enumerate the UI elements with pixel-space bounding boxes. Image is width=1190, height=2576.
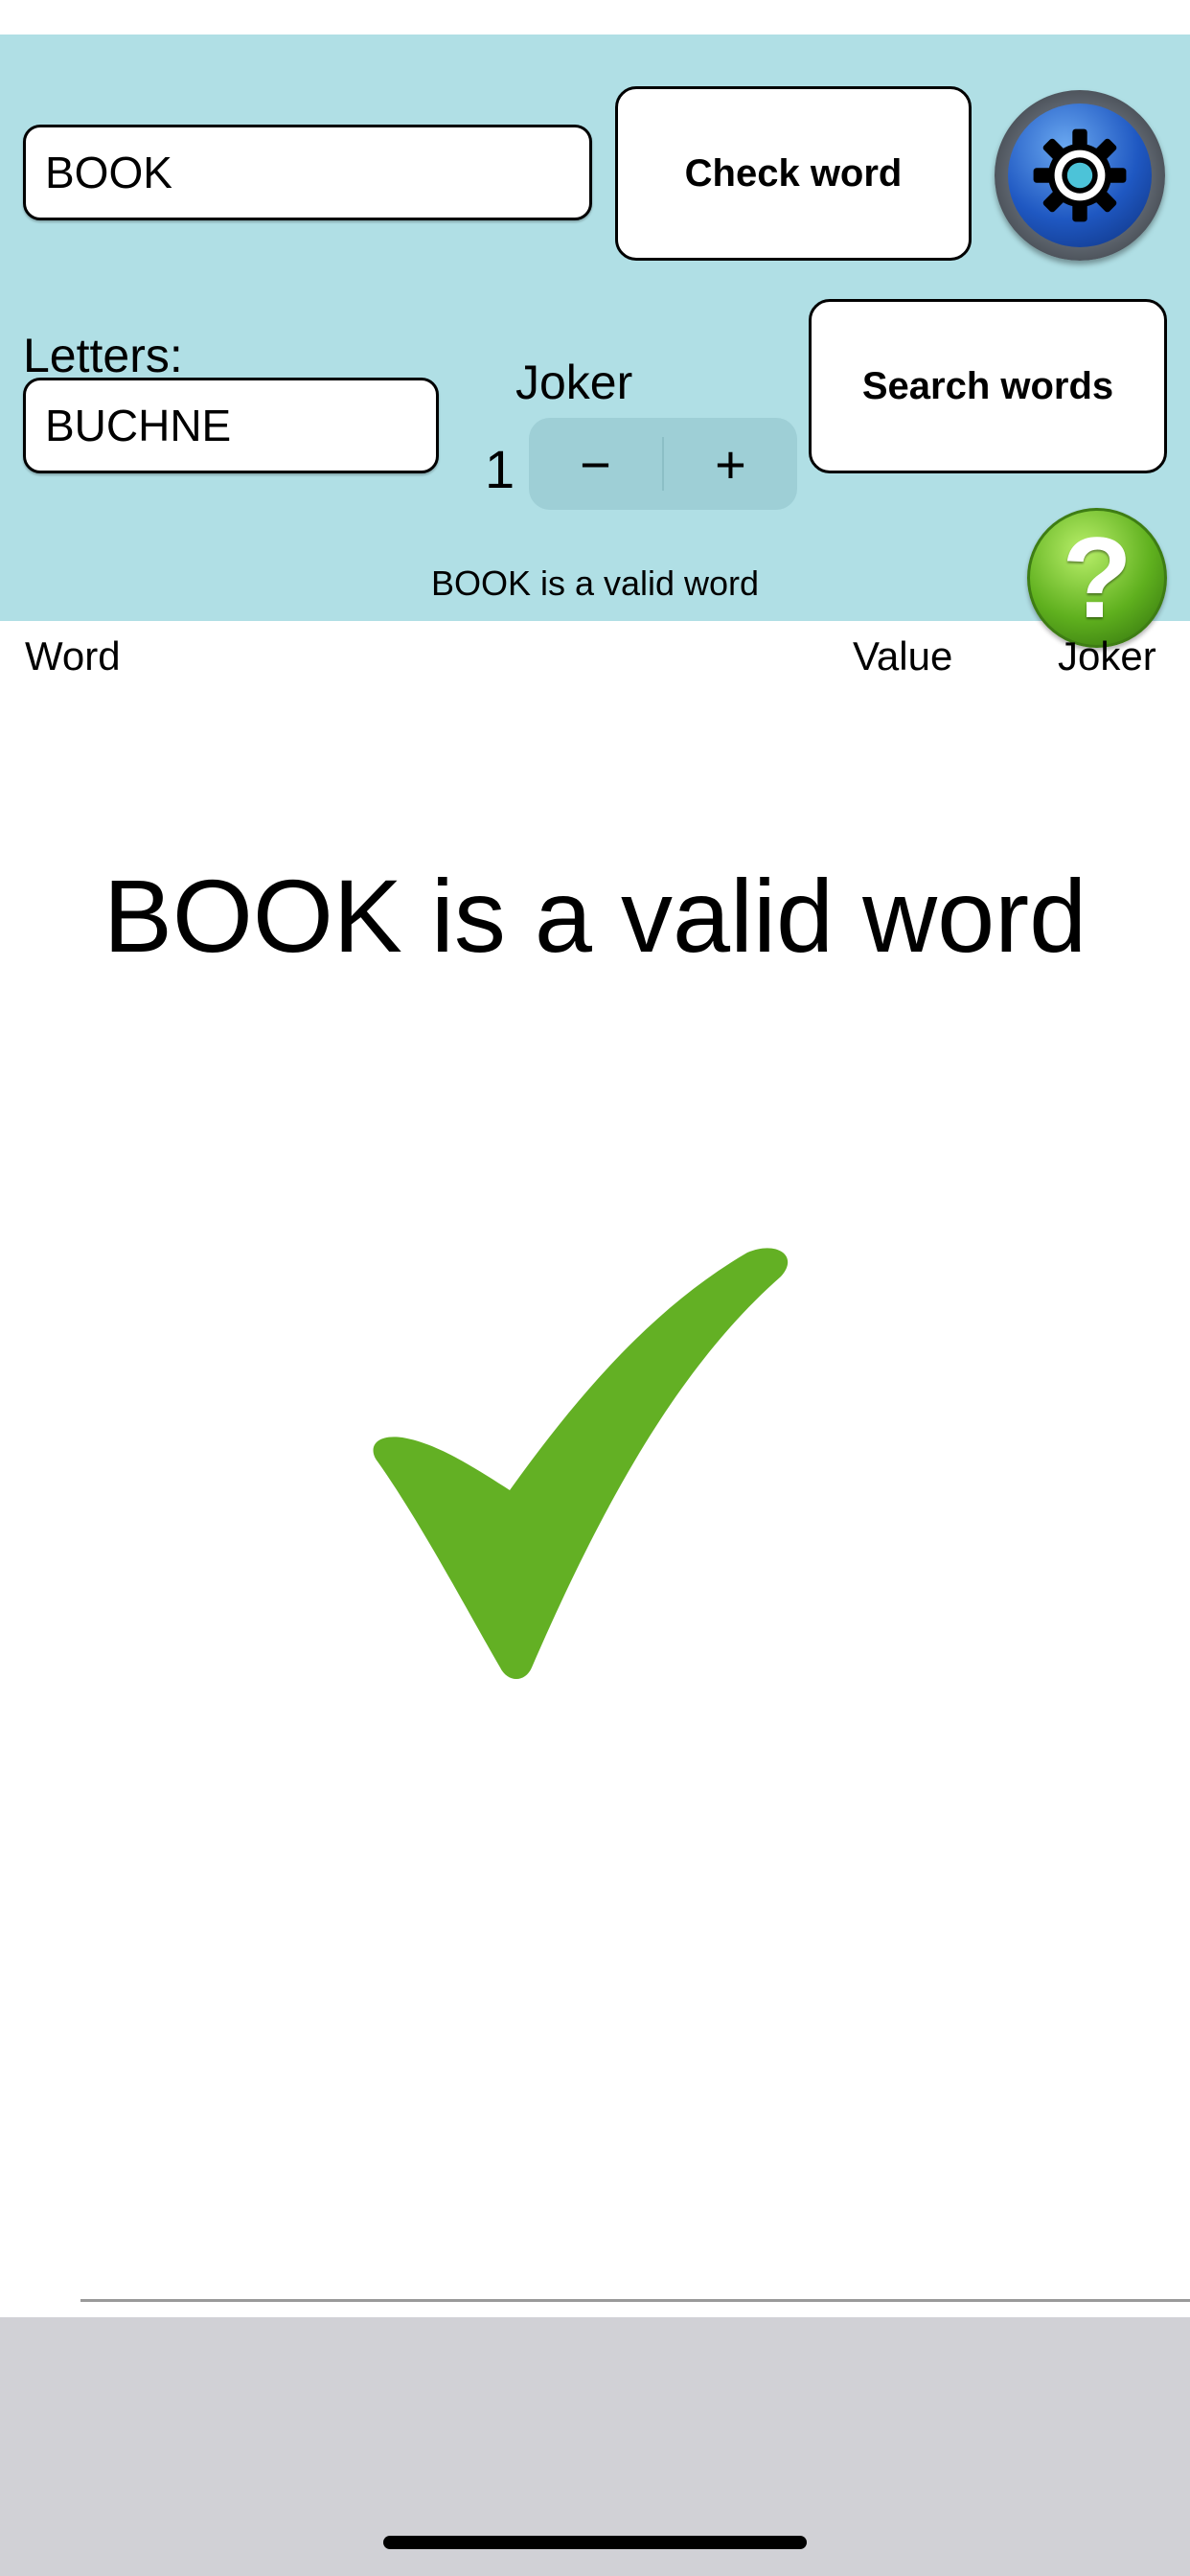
letters-label: Letters: xyxy=(23,329,183,382)
settings-button[interactable] xyxy=(995,90,1165,261)
check-word-button[interactable]: Check word xyxy=(615,86,972,261)
joker-count: 1 xyxy=(485,439,515,499)
column-header-joker[interactable]: Joker xyxy=(1058,636,1156,677)
question-mark-icon: ? xyxy=(1062,514,1133,642)
joker-decrement-button[interactable]: − xyxy=(529,418,662,510)
column-header-word[interactable]: Word xyxy=(25,636,121,677)
letters-input-value: BUCHNE xyxy=(45,401,232,450)
minus-icon: − xyxy=(580,433,611,494)
joker-label: Joker xyxy=(515,356,633,409)
divider xyxy=(80,2299,1190,2302)
search-words-label: Search words xyxy=(861,364,1114,407)
letters-input[interactable]: BUCHNE xyxy=(23,378,439,473)
help-button[interactable]: ? xyxy=(1027,508,1167,648)
gear-icon xyxy=(1008,104,1152,247)
check-word-label: Check word xyxy=(684,151,903,195)
column-header-value[interactable]: Value xyxy=(853,636,952,677)
search-words-button[interactable]: Search words xyxy=(809,299,1167,473)
word-input-value: BOOK xyxy=(45,148,172,197)
plus-icon: + xyxy=(715,433,746,494)
result-message: BOOK is a valid word xyxy=(103,858,1087,974)
status-message: BOOK is a valid word xyxy=(430,564,760,603)
joker-increment-button[interactable]: + xyxy=(664,418,797,510)
status-bar-area xyxy=(0,0,1190,34)
home-indicator[interactable] xyxy=(383,2536,807,2549)
joker-stepper[interactable]: − + xyxy=(529,418,797,510)
word-input[interactable]: BOOK xyxy=(23,125,592,220)
checkmark-icon xyxy=(373,1248,789,1679)
controls-panel: BOOK Check word Letters: BUCHNE Joker 1 … xyxy=(0,34,1190,648)
